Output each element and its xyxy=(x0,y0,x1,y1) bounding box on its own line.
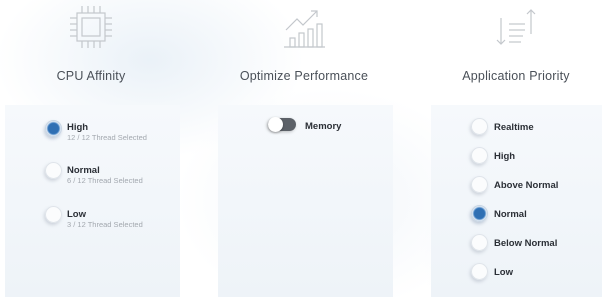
application-priority-header: Application Priority xyxy=(425,0,602,90)
option-label: Realtime xyxy=(494,122,534,133)
priority-option-above-normal[interactable]: Above Normal xyxy=(471,176,596,194)
option-thread-count: 12 / 12 Thread Selected xyxy=(67,133,147,142)
radio-realtime[interactable] xyxy=(471,118,488,135)
priority-option-below-normal[interactable]: Below Normal xyxy=(471,234,596,252)
cpu-chip-icon xyxy=(68,4,114,50)
toggle-knob xyxy=(268,117,283,132)
cpu-affinity-panel: High 12 / 12 Thread Selected Normal 6 / … xyxy=(5,105,180,297)
option-label: High xyxy=(494,151,516,162)
memory-toggle-label: Memory xyxy=(305,121,342,132)
priority-option-high[interactable]: High xyxy=(471,147,596,165)
cpu-affinity-title: CPU Affinity xyxy=(56,69,126,83)
radio-high-selected[interactable] xyxy=(45,120,62,137)
option-thread-count: 3 / 12 Thread Selected xyxy=(67,220,143,229)
option-label: Low xyxy=(67,209,86,220)
option-label: Below Normal xyxy=(494,238,558,249)
option-label: Normal xyxy=(494,209,527,220)
optimize-performance-title: Optimize Performance xyxy=(239,69,369,83)
cpu-affinity-header: CPU Affinity xyxy=(0,0,182,90)
cpu-affinity-option-normal[interactable]: Normal 6 / 12 Thread Selected xyxy=(45,162,175,188)
app-window: CPU Affinity Optimize Performance Applic… xyxy=(0,0,602,297)
option-label: Above Normal xyxy=(494,180,559,191)
priority-option-normal[interactable]: Normal xyxy=(471,205,596,223)
priority-option-low[interactable]: Low xyxy=(471,263,596,281)
optimize-performance-header: Optimize Performance xyxy=(213,0,395,90)
memory-toggle[interactable] xyxy=(268,117,296,132)
cpu-affinity-option-low[interactable]: Low 3 / 12 Thread Selected xyxy=(45,206,175,232)
option-label: High xyxy=(67,122,89,133)
sort-priority-icon xyxy=(493,4,539,50)
option-thread-count: 6 / 12 Thread Selected xyxy=(67,176,143,185)
radio-below-normal[interactable] xyxy=(471,234,488,251)
radio-above-normal[interactable] xyxy=(471,176,488,193)
radio-normal[interactable] xyxy=(45,162,62,179)
option-label: Normal xyxy=(67,165,100,176)
application-priority-title: Application Priority xyxy=(462,69,570,83)
radio-low[interactable] xyxy=(45,206,62,223)
radio-normal-selected[interactable] xyxy=(471,205,488,222)
radio-high[interactable] xyxy=(471,147,488,164)
performance-chart-icon xyxy=(281,4,327,50)
priority-option-realtime[interactable]: Realtime xyxy=(471,118,596,136)
cpu-affinity-option-high[interactable]: High 12 / 12 Thread Selected xyxy=(45,120,175,146)
radio-low[interactable] xyxy=(471,263,488,280)
application-priority-panel: Realtime High Above Normal Normal Below … xyxy=(431,105,602,297)
optimize-performance-panel: Memory xyxy=(218,105,393,297)
option-label: Low xyxy=(494,267,513,278)
